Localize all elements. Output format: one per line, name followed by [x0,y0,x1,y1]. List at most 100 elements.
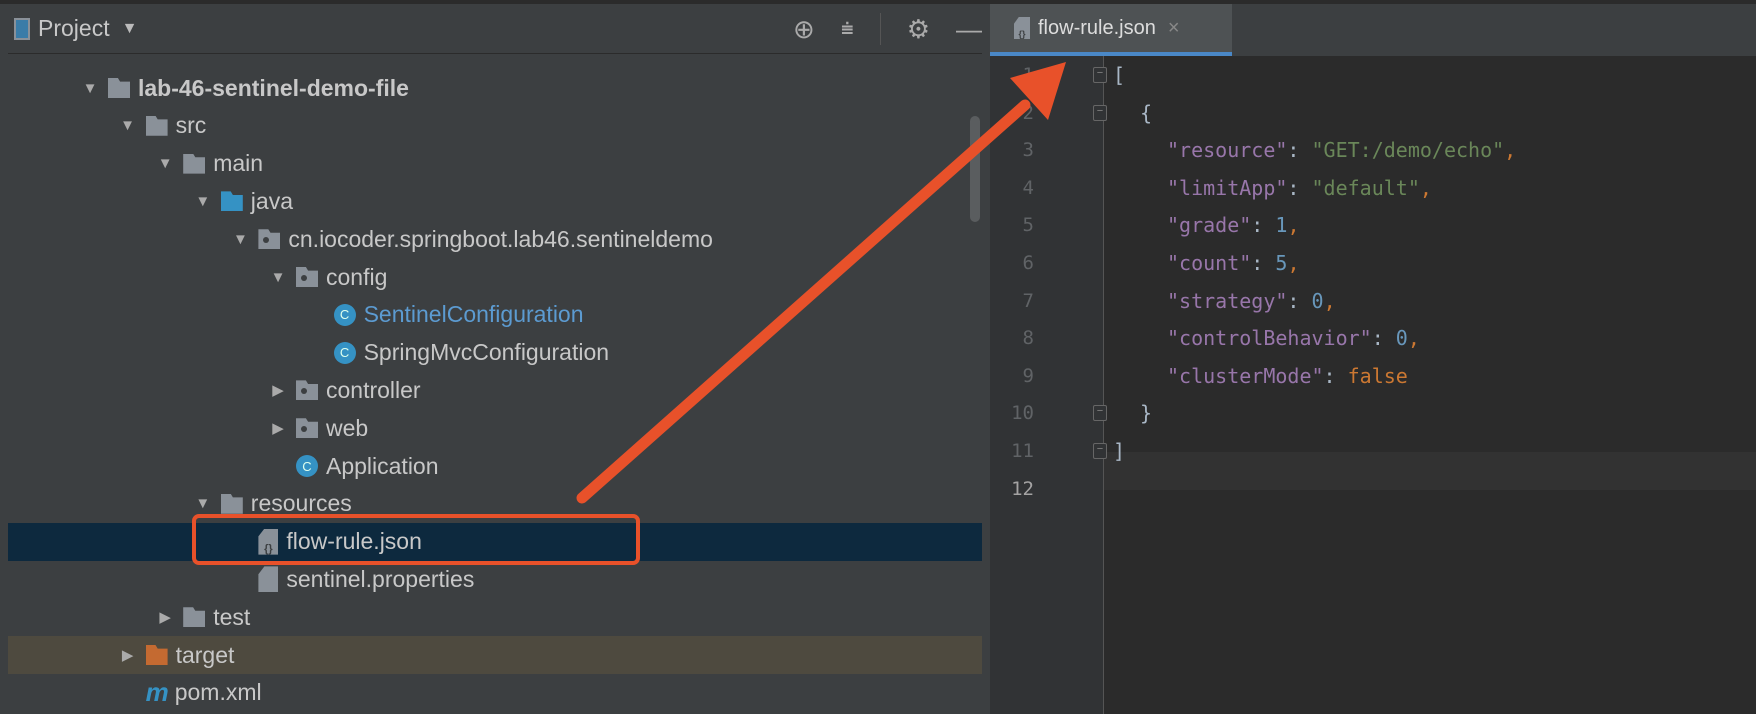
line-number: 6 [1022,252,1034,274]
expanded-arrow-icon[interactable]: ▼ [193,193,213,210]
line-number: 10 [1011,402,1034,425]
json-entry: "strategy": 0, [1167,288,1336,313]
tree-item[interactable]: ▶ controller [8,371,982,409]
expanded-arrow-icon[interactable]: ▼ [230,231,250,248]
tree-item[interactable]: sentinel.properties [8,560,982,598]
chevron-down-icon[interactable]: ▼ [122,20,138,38]
json-entry: "count": 5, [1167,251,1300,275]
line-number: 4 [1022,176,1034,199]
tree-item[interactable]: ▶ target [8,636,982,674]
class-icon: C [333,303,356,326]
json-entry: "clusterMode": false [1167,363,1408,388]
tree-item-label: sentinel.properties [286,565,475,592]
tab-flow-rule-json[interactable]: {} flow-rule.json × [990,4,1232,56]
package-icon [296,267,318,287]
folder-icon [183,607,206,628]
tree-item[interactable]: C Application [8,447,982,485]
spring-boot-icon: C [296,455,318,477]
fold-marker-icon[interactable]: − [1093,67,1107,83]
fold-marker-icon[interactable]: − [1093,443,1107,459]
line-number: 7 [1022,289,1034,312]
line-number: 5 [1022,214,1034,237]
line-number: 1 [1022,64,1034,86]
collapsed-arrow-icon[interactable]: ▶ [118,646,138,664]
json-entry: "grade": 1, [1167,213,1300,238]
properties-file-icon [258,566,279,593]
tree-item-label: SentinelConfiguration [363,301,584,328]
expanded-arrow-icon[interactable]: ▼ [80,80,100,97]
fold-marker-icon[interactable]: − [1093,405,1107,422]
project-view-selector[interactable]: Project [38,15,110,42]
tree-item[interactable]: ▼ lab-46-sentinel-demo-file [8,69,982,107]
tree-item-label: java [250,187,293,214]
json-entry: "controlBehavior": 0, [1167,326,1420,351]
line-number: 2 [1022,101,1034,124]
tree-item-label: target [175,641,235,668]
tree-item[interactable]: m pom.xml [8,674,982,712]
tab-label: flow-rule.json [1038,16,1156,39]
excluded-folder-icon [145,645,168,665]
fold-marker-icon[interactable]: − [1093,104,1107,121]
code-line: [ [1113,63,1126,87]
project-view-icon [14,17,30,40]
tree-item[interactable]: ▼ cn.iocoder.springboot.lab46.sentineldem… [8,220,982,258]
resources-folder-icon [220,493,243,514]
divider [879,13,881,45]
tree-item[interactable]: ▶ web [8,409,982,447]
collapse-all-icon[interactable]: ⩧ [841,16,854,42]
package-icon [296,380,318,401]
expanded-arrow-icon[interactable]: ▼ [155,155,175,172]
tree-item[interactable]: C SentinelConfiguration [8,296,982,334]
minimize-icon[interactable]: — [956,14,982,45]
project-header: Project ▼ ⊕ ⩧ ⚙ — [8,4,982,54]
json-entry: "resource": "GET:/demo/echo", [1167,138,1517,163]
class-icon: C [333,341,356,364]
maven-icon: m [145,677,169,708]
expanded-arrow-icon[interactable]: ▼ [193,495,213,512]
tree-item-label: main [213,150,264,177]
module-folder-icon [108,78,130,98]
line-number: 12 [1011,477,1034,500]
tree-item[interactable]: ▶ test [8,598,982,636]
locate-icon[interactable]: ⊕ [793,14,815,45]
tree-item-label: src [175,112,207,139]
project-panel: Project ▼ ⊕ ⩧ ⚙ — ▼ lab-46-sentinel-demo-… [0,0,990,714]
tree-item[interactable]: ▼ main [8,145,982,183]
tree-item[interactable]: ▼ config [8,258,982,296]
package-icon [258,229,281,250]
line-number-gutter: 1 2 3 4 5 6 7 8 9 10 11 12 [990,56,1103,714]
tree-item[interactable]: ▼ src [8,107,982,145]
tree-item-label: config [326,263,388,290]
line-number: 9 [1022,364,1034,387]
code-line: ] [1113,439,1126,463]
expanded-arrow-icon[interactable]: ▼ [268,269,288,286]
editor-panel: {} flow-rule.json × 1 2 3 4 5 6 7 8 9 10 11 12 [{"r… [990,0,1756,714]
collapsed-arrow-icon[interactable]: ▶ [268,381,288,399]
expanded-arrow-icon[interactable]: ▼ [118,117,138,134]
folder-icon [145,115,168,136]
tree-item-label: Application [326,452,439,479]
source-folder-icon [220,191,243,212]
tree-item-label: controller [326,376,421,403]
scrollbar[interactable] [970,116,980,222]
line-number: 11 [1011,440,1034,462]
line-number: 3 [1022,139,1034,162]
folder-icon [183,153,206,174]
tree-item[interactable]: C SpringMvcConfiguration [8,334,982,372]
highlight-box [192,514,640,565]
json-entry: "limitApp": "default", [1167,175,1432,200]
collapsed-arrow-icon[interactable]: ▶ [268,419,288,437]
tree-item-label: test [213,603,251,630]
line-number: 8 [1022,327,1034,350]
code-line: } [1140,401,1153,426]
gear-icon[interactable]: ⚙ [907,14,930,45]
tree-item-label: lab-46-sentinel-demo-file [138,74,409,101]
close-icon[interactable]: × [1168,17,1180,40]
tree-item-label: cn.iocoder.springboot.lab46.sentineldemo [288,225,713,252]
editor-tabs: {} flow-rule.json × [990,0,1756,56]
tree-item-label: web [326,414,369,441]
tree-item-label: pom.xml [174,679,262,706]
tree-item[interactable]: ▼ java [8,182,982,220]
json-file-icon: {} [1014,17,1030,39]
collapsed-arrow-icon[interactable]: ▶ [155,608,175,626]
